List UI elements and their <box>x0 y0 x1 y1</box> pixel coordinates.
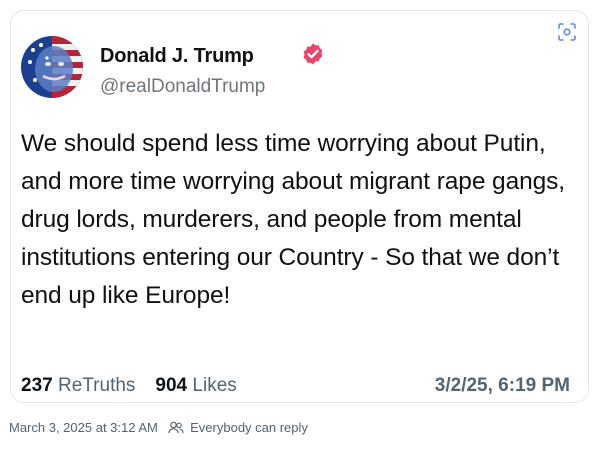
engagement-stats: 237 ReTruths 904 Likes <box>21 375 237 397</box>
reply-setting[interactable]: Everybody can reply <box>190 420 308 435</box>
verified-badge-icon <box>303 43 323 65</box>
people-icon <box>167 421 184 434</box>
likes-label[interactable]: Likes <box>192 375 236 396</box>
post-card: Donald J. Trump @realDonaldTrump We shou… <box>10 10 589 403</box>
likes-count: 904 <box>155 375 188 396</box>
retruths-label[interactable]: ReTruths <box>58 375 135 396</box>
footer-timestamp[interactable]: March 3, 2025 at 3:12 AM <box>9 420 158 435</box>
author-handle[interactable]: @realDonaldTrump <box>100 76 265 98</box>
post-date: 3/2/25, 6:19 PM <box>434 375 570 396</box>
author-name[interactable]: Donald J. Trump <box>100 45 254 68</box>
avatar-image <box>21 36 83 98</box>
post-footer: March 3, 2025 at 3:12 AM Everybody can r… <box>9 420 308 435</box>
avatar[interactable] <box>21 36 83 98</box>
retruths-count: 237 <box>21 375 53 396</box>
post-text: We should spend less time worrying about… <box>21 130 566 309</box>
scan-icon[interactable] <box>557 22 577 42</box>
